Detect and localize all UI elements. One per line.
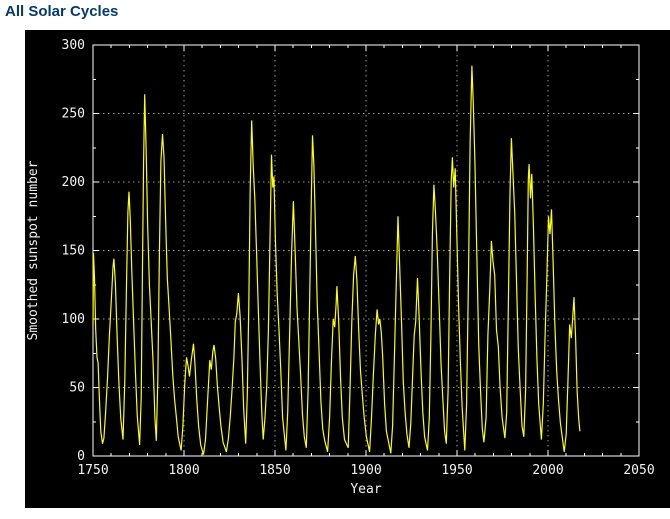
y-tick-label: 100 <box>62 312 85 327</box>
y-tick-label: 250 <box>62 107 85 122</box>
page-title: All Solar Cycles <box>5 3 119 20</box>
x-tick-label: 1850 <box>259 463 290 478</box>
y-tick-label: 0 <box>77 449 85 464</box>
x-tick-label: 2000 <box>532 463 563 478</box>
x-tick-label: 2050 <box>623 463 654 478</box>
chart-canvas: 1750 1800 1850 1900 1950 2000 2050 0 50 100 150 200… <box>26 38 655 497</box>
y-tick-label: 200 <box>62 175 85 190</box>
solar-cycles-chart: 1750 1800 1850 1900 1950 2000 2050 0 50 100 150 200… <box>25 30 670 508</box>
sunspot-series-line <box>92 65 581 455</box>
y-tick-label: 300 <box>62 38 85 53</box>
x-tick-label: 1800 <box>168 463 199 478</box>
x-tick-label: 1750 <box>77 463 108 478</box>
y-tick-label: 50 <box>69 381 85 396</box>
y-axis-title: Smoothed sunspot number <box>26 160 41 340</box>
x-axis-title: Year <box>350 482 381 497</box>
y-tick-label: 150 <box>62 244 85 259</box>
x-tick-label: 1900 <box>350 463 381 478</box>
x-tick-label: 1950 <box>441 463 472 478</box>
